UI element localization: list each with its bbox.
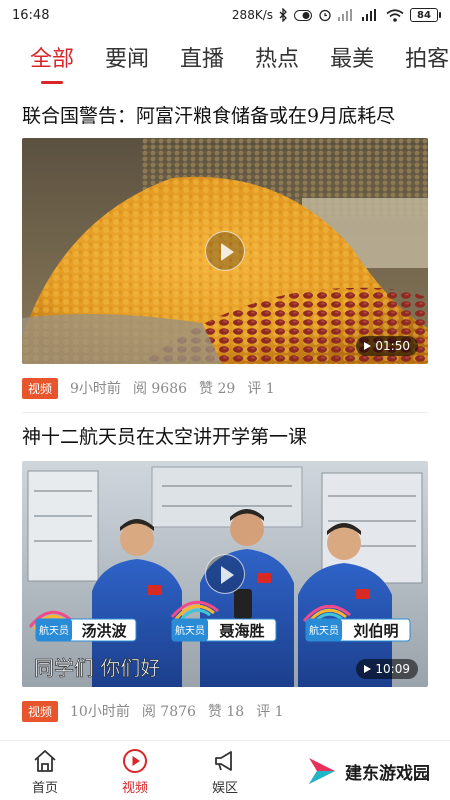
watermark: 建东游戏园 — [297, 750, 438, 792]
like-value: 29 — [217, 381, 236, 397]
caption-name-2: 聂海胜 — [218, 622, 264, 640]
video-thumbnail[interactable]: 01:50 — [22, 138, 428, 364]
play-circle-icon — [123, 749, 147, 773]
tab-all[interactable]: 全部 — [30, 38, 74, 82]
comment-count: 评 1 — [247, 378, 274, 398]
status-icons: 288K/s 84 — [231, 8, 441, 22]
caption-role-2: 航天员 — [175, 624, 205, 637]
read-count: 阅 9686 — [133, 378, 187, 398]
read-value: 7876 — [160, 704, 196, 720]
megaphone-icon — [215, 751, 232, 771]
duration-text: 01:50 — [375, 339, 410, 353]
nav-home-label: 首页 — [31, 781, 58, 796]
battery-indicator: 84 — [410, 8, 441, 22]
status-bar: 16:48 288K/s 84 — [0, 0, 450, 30]
watermark-text: 建东游戏园 — [345, 763, 430, 784]
read-count: 阅 7876 — [142, 701, 196, 721]
like-value: 18 — [226, 704, 245, 720]
video-duration: 10:09 — [356, 659, 418, 679]
comment-count: 评 1 — [256, 701, 283, 721]
tab-live[interactable]: 直播 — [180, 38, 224, 82]
category-tabs: 全部 要闻 直播 热点 最美 拍客 — [0, 38, 450, 88]
card-title[interactable]: 神十二航天员在太空讲开学第一课 — [22, 413, 428, 459]
video-subtitle: 同学们 你们好 — [34, 656, 160, 680]
like-label: 赞 — [199, 381, 214, 397]
comment-value: 1 — [265, 381, 275, 397]
caption-role-1: 航天员 — [39, 624, 69, 637]
wifi-icon — [386, 8, 404, 22]
like-label: 赞 — [207, 704, 222, 720]
alarm-icon — [319, 9, 331, 22]
video-tag: 视频 — [22, 377, 59, 399]
home-icon — [34, 750, 56, 772]
news-feed: 联合国警告：阿富汗粮食储备或在9月底耗尽 01:50 视频 9小时前 阅 968… — [0, 96, 450, 735]
like-count: 赞 29 — [199, 378, 235, 398]
nav-home[interactable]: 首页 — [0, 741, 90, 796]
signal-icon — [338, 9, 352, 21]
caption-role-3: 航天员 — [309, 624, 339, 637]
comment-label: 评 — [247, 381, 262, 397]
duration-text: 10:09 — [375, 662, 410, 676]
tab-hot[interactable]: 热点 — [255, 38, 299, 82]
video-duration: 01:50 — [356, 336, 418, 356]
nav-entertainment[interactable]: 娱区 — [180, 741, 270, 796]
read-label: 阅 — [132, 381, 147, 397]
comment-label: 评 — [256, 704, 271, 720]
bluetooth-icon — [279, 8, 287, 22]
like-count: 赞 18 — [208, 701, 244, 721]
nav-entertainment-label: 娱区 — [211, 781, 238, 796]
tab-most-beautiful[interactable]: 最美 — [330, 38, 374, 82]
tab-reporter[interactable]: 拍客 — [405, 38, 449, 82]
read-value: 9686 — [151, 381, 188, 397]
play-small-icon — [364, 665, 372, 673]
feed-card[interactable]: 联合国警告：阿富汗粮食储备或在9月底耗尽 01:50 视频 9小时前 阅 968… — [0, 96, 450, 412]
comment-value: 1 — [274, 704, 284, 720]
nav-video-label: 视频 — [121, 781, 148, 796]
status-time: 16:48 — [12, 7, 50, 23]
publish-time: 9小时前 — [70, 381, 121, 397]
feed-card[interactable]: 神十二航天员在太空讲开学第一课 航天员 汤洪波 航天员 聂海胜 航天员 刘伯明 … — [0, 413, 450, 735]
video-thumbnail[interactable]: 航天员 汤洪波 航天员 聂海胜 航天员 刘伯明 同学们 你们好 10:09 — [22, 461, 428, 687]
network-speed: 288K/s — [231, 8, 273, 22]
signal-icon-2 — [362, 9, 376, 21]
read-label: 阅 — [141, 704, 156, 720]
nav-video[interactable]: 视频 — [90, 741, 180, 796]
play-small-icon — [364, 342, 372, 350]
video-tag: 视频 — [22, 700, 59, 722]
watermark-logo-icon — [309, 758, 335, 784]
play-icon[interactable] — [205, 554, 245, 594]
play-icon[interactable] — [205, 231, 245, 271]
card-meta: 视频 9小时前 阅 9686 赞 29 评 1 — [22, 364, 428, 412]
card-title[interactable]: 联合国警告：阿富汗粮食储备或在9月底耗尽 — [22, 96, 428, 136]
tab-headlines[interactable]: 要闻 — [105, 38, 149, 82]
card-meta: 视频 10小时前 阅 7876 赞 18 评 1 — [22, 687, 428, 735]
publish-time: 10小时前 — [70, 704, 130, 720]
caption-name-3: 刘伯明 — [353, 622, 398, 640]
caption-name-1: 汤洪波 — [81, 622, 127, 640]
toggle-icon — [294, 9, 312, 21]
